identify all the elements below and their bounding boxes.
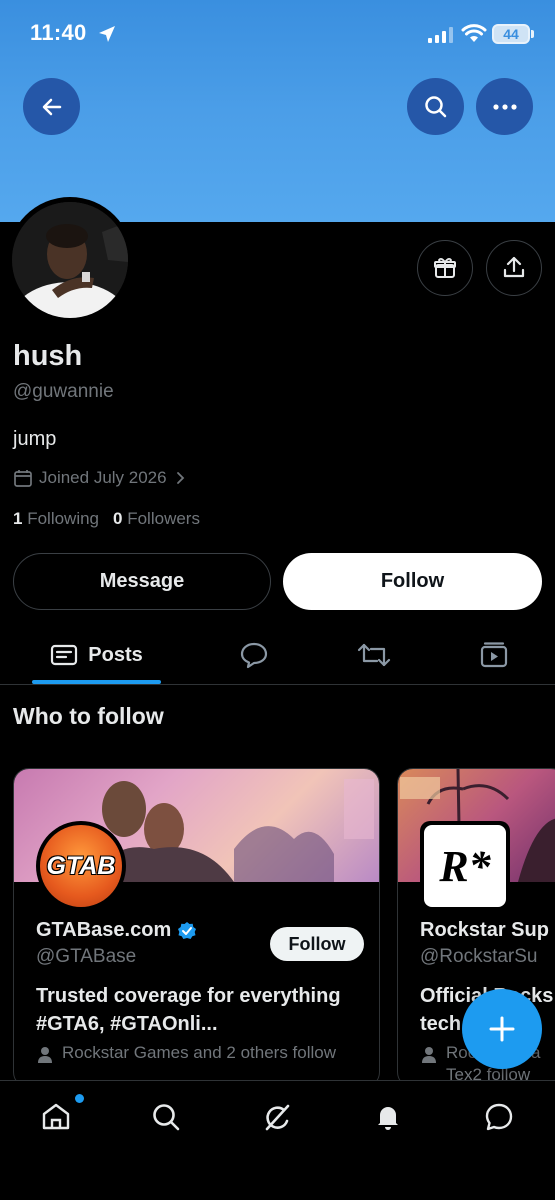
messages-icon	[485, 1103, 513, 1131]
joined-date[interactable]: Joined July 2026	[13, 468, 187, 488]
profile-tabs: Posts	[0, 625, 555, 685]
home-icon	[42, 1103, 70, 1130]
more-icon	[492, 103, 517, 110]
card-name: GTABase.com	[36, 919, 197, 942]
repost-icon	[357, 643, 391, 667]
following-count: 1	[13, 509, 23, 528]
nav-notifications[interactable]	[363, 1095, 413, 1139]
suggestion-card[interactable]: GTAB GTABase.com @GTABase Follow Trusted…	[13, 768, 380, 1088]
status-time: 11:40	[30, 20, 87, 45]
tab-replies[interactable]	[224, 625, 284, 685]
profile-handle: @guwannie	[13, 381, 114, 402]
followers-label: Followers	[127, 509, 200, 528]
signal-icon	[428, 27, 453, 43]
battery-indicator: 44	[492, 24, 530, 44]
plus-icon	[489, 1016, 515, 1042]
card-follow-button[interactable]: Follow	[270, 927, 364, 961]
avatar-image	[12, 202, 128, 318]
search-button[interactable]	[407, 78, 464, 135]
grok-icon	[265, 1104, 290, 1131]
followers-link[interactable]: 0 Followers	[113, 509, 200, 529]
tab-posts-label: Posts	[88, 643, 143, 666]
calendar-icon	[14, 470, 32, 487]
avatar-photo	[12, 202, 128, 318]
reply-icon	[240, 642, 268, 669]
tab-posts[interactable]: Posts	[32, 625, 161, 685]
profile-name: hush	[13, 340, 83, 372]
back-arrow-icon	[42, 98, 61, 115]
follow-stats: 1 Following 0 Followers	[13, 509, 200, 529]
chevron-right-icon	[176, 472, 184, 484]
profile-bio: jump	[13, 428, 57, 450]
card-name: Rockstar Sup	[420, 919, 549, 941]
search-icon	[424, 95, 446, 117]
share-button[interactable]	[486, 240, 542, 296]
tab-reposts[interactable]	[344, 625, 404, 685]
verified-icon	[178, 921, 197, 939]
home-notification-dot	[75, 1094, 84, 1103]
location-arrow-icon	[99, 26, 115, 42]
tab-active-indicator	[32, 680, 161, 684]
nav-search[interactable]	[141, 1095, 191, 1139]
posts-icon	[51, 644, 78, 666]
more-button[interactable]	[476, 78, 533, 135]
followers-count: 0	[113, 509, 123, 528]
following-link[interactable]: 1 Following	[13, 509, 99, 529]
avatar[interactable]	[7, 197, 133, 323]
card-handle: @GTABase	[36, 946, 137, 967]
joined-text: Joined July 2026	[39, 468, 167, 487]
card-description: Trusted coverage for everything #GTA6, #…	[36, 985, 341, 1035]
nav-grok[interactable]	[252, 1095, 302, 1139]
nav-messages[interactable]	[474, 1095, 524, 1139]
wifi-icon	[461, 24, 487, 42]
message-button[interactable]: Message	[13, 553, 271, 610]
card-handle: @RockstarSu	[420, 946, 538, 967]
card-name-text: GTABase.com	[36, 919, 172, 941]
follow-button[interactable]: Follow	[283, 553, 542, 610]
card-social-context: Rockstar Games and 2 others follow	[36, 1042, 366, 1066]
who-to-follow-title: Who to follow	[13, 703, 164, 729]
bell-icon	[378, 1107, 398, 1130]
tab-media[interactable]	[464, 625, 524, 685]
media-icon	[480, 642, 508, 668]
share-icon	[503, 256, 525, 278]
gtab-logo: GTAB	[40, 825, 122, 907]
card-social-text: Rockstar Games and 2 others follow	[62, 1043, 337, 1062]
person-icon	[422, 1047, 436, 1063]
gift-button[interactable]	[417, 240, 473, 296]
battery-level: 44	[503, 26, 519, 42]
battery-tip	[531, 30, 534, 38]
person-icon	[38, 1047, 52, 1063]
compose-button[interactable]	[462, 989, 542, 1069]
card-avatar: GTAB	[36, 821, 126, 911]
search-icon	[153, 1104, 180, 1131]
rockstar-logo: R*	[424, 825, 506, 907]
card-avatar: R*	[420, 821, 510, 911]
following-label: Following	[27, 509, 100, 528]
back-button[interactable]	[23, 78, 80, 135]
gift-icon	[434, 257, 456, 278]
nav-home[interactable]	[31, 1095, 81, 1139]
